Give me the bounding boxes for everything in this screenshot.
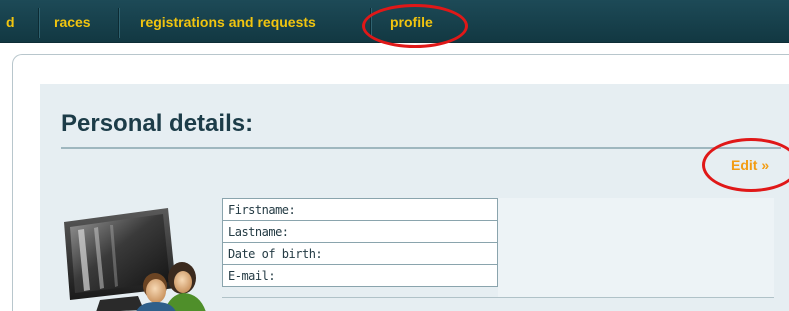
- field-label-email: E-mail:: [222, 264, 498, 287]
- details-values-area: [498, 198, 774, 298]
- computer-users-icon: [64, 208, 206, 311]
- field-label-lastname: Lastname:: [222, 220, 498, 243]
- personal-details-table: Firstname: Lastname: Date of birth: E-ma…: [222, 198, 498, 287]
- details-bottom-divider: [222, 297, 774, 298]
- edit-link[interactable]: Edit »: [731, 157, 769, 173]
- table-row: Date of birth:: [222, 242, 498, 265]
- title-divider: [61, 147, 781, 149]
- nav-separator: [370, 8, 371, 38]
- nav-item-races[interactable]: races: [54, 0, 91, 42]
- nav-separator: [118, 8, 119, 38]
- table-row: Lastname:: [222, 220, 498, 243]
- field-label-date-of-birth: Date of birth:: [222, 242, 498, 265]
- nav-item-registrations[interactable]: registrations and requests: [140, 0, 316, 42]
- page-title: Personal details:: [61, 110, 254, 137]
- table-row: Firstname:: [222, 198, 498, 221]
- table-row: E-mail:: [222, 264, 498, 287]
- top-nav-bar: d races registrations and requests profi…: [0, 0, 789, 43]
- nav-separator: [38, 8, 39, 38]
- nav-item-truncated[interactable]: d: [6, 0, 15, 42]
- field-label-firstname: Firstname:: [222, 198, 498, 221]
- app-window: d races registrations and requests profi…: [0, 0, 789, 311]
- nav-item-profile[interactable]: profile: [390, 0, 433, 42]
